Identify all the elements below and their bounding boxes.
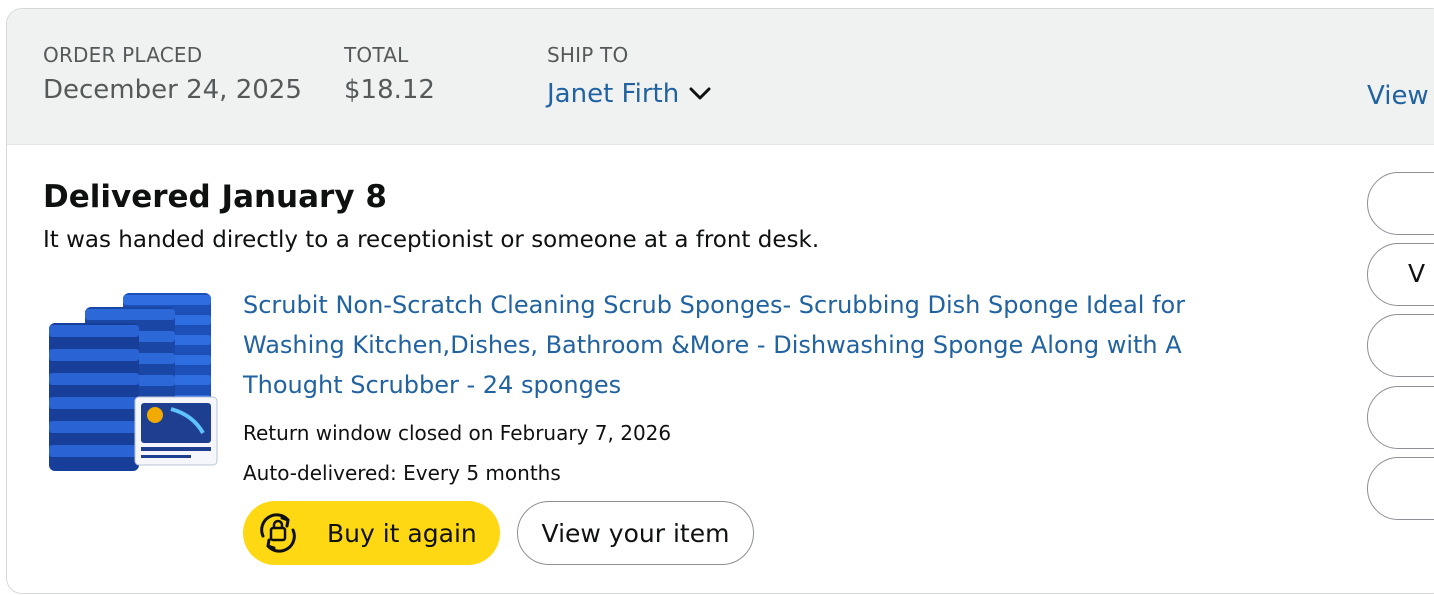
ship-to-dropdown[interactable]: Janet Firth — [547, 77, 711, 111]
order-total: TOTAL $18.12 — [344, 43, 435, 107]
side-action-button-4[interactable] — [1367, 386, 1434, 449]
delivery-status: Delivered January 8 — [43, 179, 387, 215]
total-label: TOTAL — [344, 43, 409, 67]
reorder-icon — [251, 506, 305, 560]
ship-to-label: SHIP TO — [547, 43, 629, 67]
buy-it-again-label: Buy it again — [327, 518, 477, 548]
view-your-item-label: View your item — [541, 518, 730, 548]
auto-delivery-note: Auto-delivered: Every 5 months — [243, 461, 561, 485]
side-action-button-2[interactable]: V — [1367, 243, 1434, 306]
product-title-link[interactable]: Scrubit Non-Scratch Cleaning Scrub Spong… — [243, 285, 1253, 405]
package-label — [134, 396, 218, 466]
sponge-product-image[interactable] — [43, 285, 219, 475]
side-action-button-3[interactable] — [1367, 314, 1434, 377]
side-action-button-1[interactable] — [1367, 172, 1434, 235]
ship-to: SHIP TO Janet Firth — [547, 43, 711, 111]
order-placed-date: December 24, 2025 — [43, 75, 302, 105]
order-header: ORDER PLACED December 24, 2025 TOTAL $18… — [7, 9, 1434, 145]
order-placed: ORDER PLACED December 24, 2025 — [43, 43, 302, 107]
side-action-button-5[interactable] — [1367, 457, 1434, 520]
delivery-note: It was handed directly to a receptionist… — [43, 227, 820, 253]
order-card: ORDER PLACED December 24, 2025 TOTAL $18… — [6, 8, 1434, 594]
buy-it-again-button[interactable]: Buy it again — [243, 501, 500, 565]
sponge-stack-front — [49, 323, 139, 471]
ship-to-name: Janet Firth — [547, 79, 680, 109]
chevron-down-icon — [689, 87, 711, 100]
order-placed-label: ORDER PLACED — [43, 43, 203, 67]
return-window-note: Return window closed on February 7, 2026 — [243, 421, 672, 445]
view-order-details-link[interactable]: View — [1367, 81, 1429, 111]
total-value: $18.12 — [344, 75, 435, 105]
view-your-item-button[interactable]: View your item — [517, 501, 754, 565]
